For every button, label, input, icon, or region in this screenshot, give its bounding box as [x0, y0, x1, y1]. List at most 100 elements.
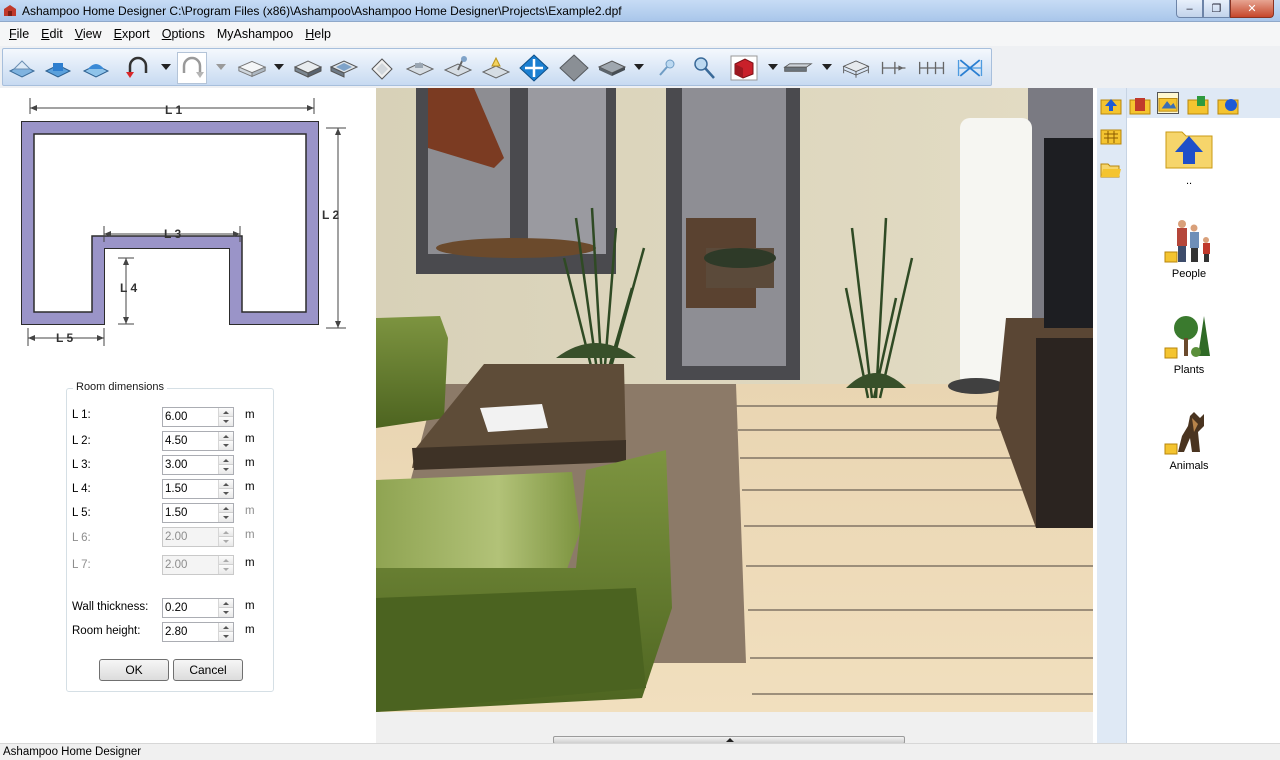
- room-view-icon[interactable]: [81, 55, 111, 81]
- library-item-people-label: People: [1171, 268, 1207, 280]
- catalog-grid-icon[interactable]: [1100, 124, 1122, 146]
- undo-dropdown-icon[interactable]: [161, 64, 171, 70]
- grid-tool-icon[interactable]: [841, 55, 871, 81]
- dimension-label-l1: L 1: [165, 103, 182, 117]
- l1-stepper[interactable]: 6.00: [162, 407, 234, 427]
- minimize-button[interactable]: –: [1176, 0, 1203, 18]
- menu-view[interactable]: View: [69, 27, 108, 41]
- toolbar-strip: [2, 48, 992, 86]
- 3d-scene: [376, 88, 1093, 712]
- l6-stepper: 2.00: [162, 527, 234, 547]
- render-tool-icon[interactable]: [729, 55, 759, 81]
- ok-button[interactable]: OK: [99, 659, 169, 681]
- catalog-landscape-icon[interactable]: [1157, 92, 1179, 114]
- l4-down-button[interactable]: [219, 489, 233, 498]
- wall-thickness-down-button[interactable]: [219, 608, 233, 617]
- wall-thickness-stepper[interactable]: 0.20: [162, 598, 234, 618]
- l5-down-button[interactable]: [219, 513, 233, 522]
- dimension-label-l5: L 5: [56, 331, 73, 345]
- dimension-single-icon[interactable]: [879, 55, 909, 81]
- open-folder-icon[interactable]: [1100, 158, 1122, 180]
- l3-value[interactable]: 3.00: [165, 459, 187, 471]
- l7-stepper: 2.00: [162, 555, 234, 575]
- box-tool-icon[interactable]: [237, 55, 267, 81]
- l4-value[interactable]: 1.50: [165, 483, 187, 495]
- undo-icon[interactable]: [123, 55, 153, 81]
- window-title: Ashampoo Home Designer C:\Program Files …: [22, 4, 622, 18]
- rotate-tool-icon[interactable]: [559, 54, 589, 82]
- room-height-down-button[interactable]: [219, 632, 233, 641]
- library-item-plants[interactable]: Plants: [1157, 312, 1221, 376]
- l2-up-button[interactable]: [219, 432, 233, 441]
- menu-bar: File Edit View Export Options MyAshampoo…: [0, 22, 1280, 46]
- catalog-book-icon[interactable]: [1129, 94, 1151, 116]
- room-height-up-button[interactable]: [219, 623, 233, 632]
- room-tool-icon[interactable]: [329, 55, 359, 81]
- library-item-up[interactable]: ..: [1157, 126, 1221, 187]
- l2-stepper[interactable]: 4.50: [162, 431, 234, 451]
- toolbar: [0, 46, 1280, 88]
- wall-thickness-up-button[interactable]: [219, 599, 233, 608]
- l1-down-button[interactable]: [219, 417, 233, 426]
- wall-tool-icon[interactable]: [293, 55, 323, 81]
- close-button[interactable]: ✕: [1230, 0, 1274, 18]
- room-height-stepper[interactable]: 2.80: [162, 622, 234, 642]
- l3-stepper[interactable]: 3.00: [162, 455, 234, 475]
- floor-view-icon[interactable]: [7, 55, 37, 81]
- folder-up-icon[interactable]: [1100, 94, 1122, 116]
- menu-file[interactable]: File: [3, 27, 35, 41]
- dimension-delete-icon[interactable]: [955, 55, 985, 81]
- dimension-label-l4: L 4: [120, 281, 137, 295]
- library-item-plants-label: Plants: [1173, 364, 1205, 376]
- box-dropdown-icon[interactable]: [274, 64, 284, 70]
- l2-label: L 2:: [72, 435, 91, 447]
- l5-up-button[interactable]: [219, 504, 233, 513]
- redo-dropdown-icon[interactable]: [216, 64, 226, 70]
- window-tool-icon[interactable]: [443, 55, 473, 81]
- l1-value[interactable]: 6.00: [165, 411, 187, 423]
- library-item-animals[interactable]: Animals: [1157, 408, 1221, 472]
- dimension-chain-icon[interactable]: [917, 55, 947, 81]
- wall-thickness-value[interactable]: 0.20: [165, 602, 187, 614]
- l1-up-button[interactable]: [219, 408, 233, 417]
- surface-tool-icon[interactable]: [597, 55, 627, 81]
- l4-stepper[interactable]: 1.50: [162, 479, 234, 499]
- menu-myashampoo[interactable]: MyAshampoo: [211, 27, 299, 41]
- 3d-viewport[interactable]: [376, 88, 1093, 712]
- l3-up-button[interactable]: [219, 456, 233, 465]
- catalog-globe-icon[interactable]: [1217, 94, 1239, 116]
- expand-panel-icon[interactable]: [726, 738, 734, 742]
- library-item-people[interactable]: People: [1157, 216, 1221, 280]
- l4-up-button[interactable]: [219, 480, 233, 489]
- wall-view-icon[interactable]: [43, 55, 73, 81]
- l5-stepper[interactable]: 1.50: [162, 503, 234, 523]
- l3-down-button[interactable]: [219, 465, 233, 474]
- measure-tool-icon[interactable]: [783, 55, 813, 81]
- animals-thumbnail: [1164, 408, 1214, 458]
- l2-down-button[interactable]: [219, 441, 233, 450]
- l6-up-button: [219, 528, 233, 537]
- l7-value: 2.00: [165, 559, 188, 571]
- render-dropdown-icon[interactable]: [768, 64, 778, 70]
- stairs-tool-icon[interactable]: [405, 55, 435, 81]
- measure-dropdown-icon[interactable]: [822, 64, 832, 70]
- room-height-value[interactable]: 2.80: [165, 626, 187, 638]
- menu-edit[interactable]: Edit: [35, 27, 69, 41]
- floor-tool-icon[interactable]: [367, 55, 397, 81]
- maximize-button[interactable]: ❐: [1203, 0, 1230, 18]
- redo-icon[interactable]: [177, 52, 207, 84]
- cancel-button[interactable]: Cancel: [173, 659, 243, 681]
- surface-dropdown-icon[interactable]: [634, 64, 644, 70]
- move-tool-icon[interactable]: [519, 54, 549, 82]
- zoom-out-icon[interactable]: [651, 55, 681, 81]
- zoom-in-icon[interactable]: [689, 55, 719, 81]
- title-bar: Ashampoo Home Designer C:\Program Files …: [0, 0, 1280, 22]
- l5-value[interactable]: 1.50: [165, 507, 187, 519]
- menu-help[interactable]: Help: [299, 27, 337, 41]
- lamp-tool-icon[interactable]: [481, 55, 511, 81]
- l2-value[interactable]: 4.50: [165, 435, 187, 447]
- room-height-unit: m: [245, 624, 255, 636]
- catalog-green-icon[interactable]: [1187, 94, 1209, 116]
- menu-options[interactable]: Options: [156, 27, 211, 41]
- menu-export[interactable]: Export: [108, 27, 156, 41]
